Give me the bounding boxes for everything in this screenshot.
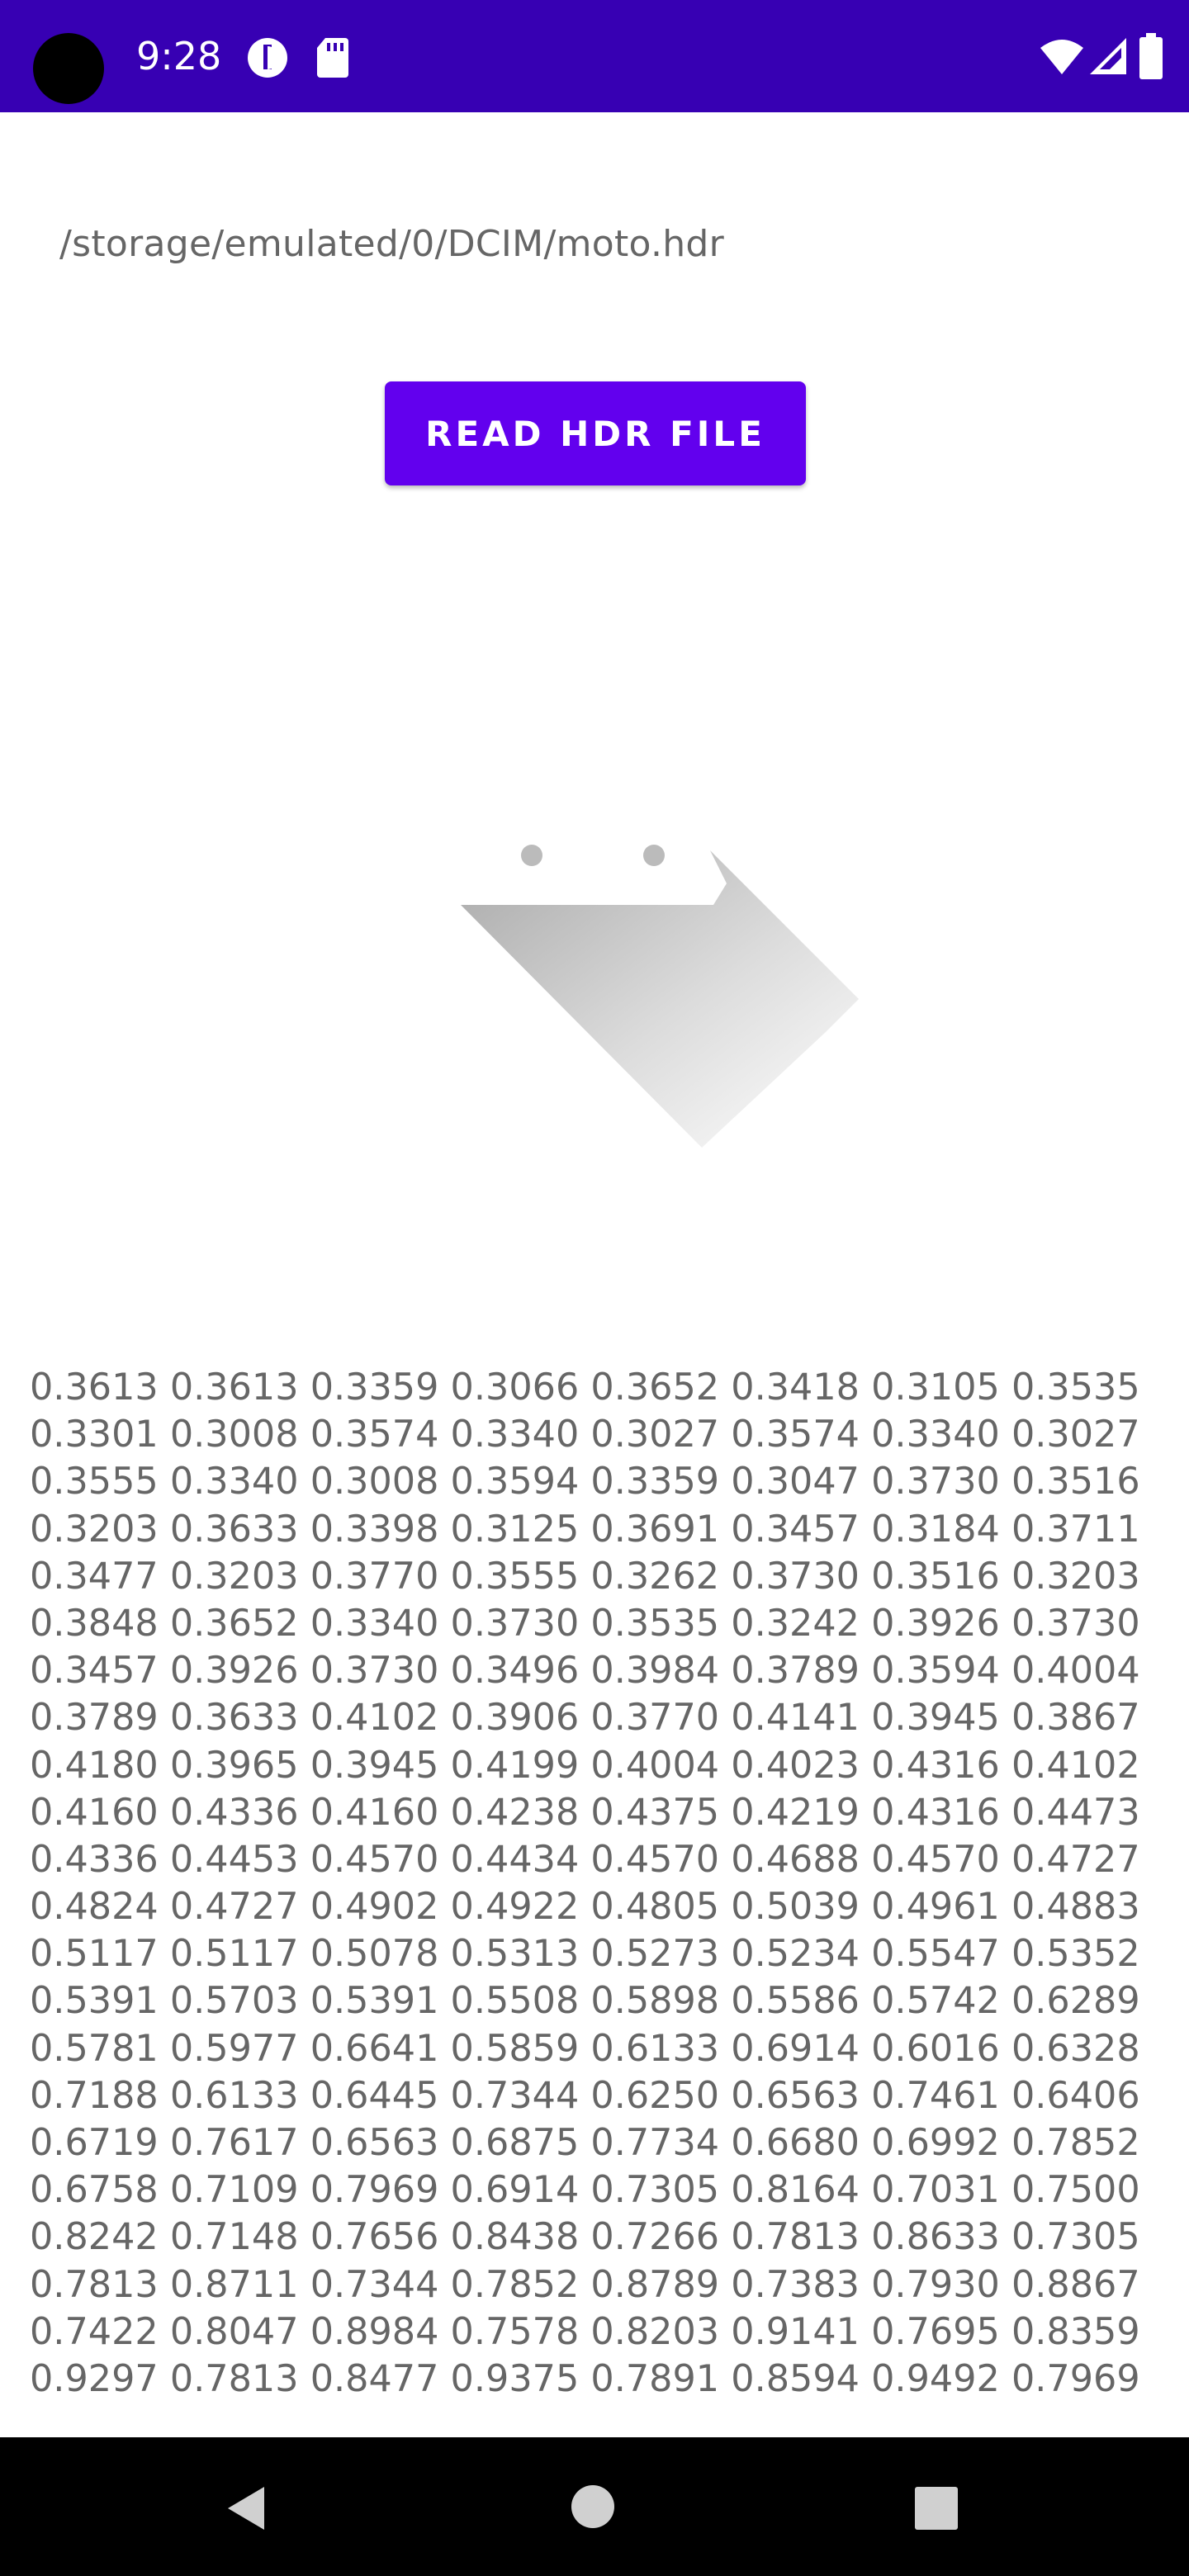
status-bar: 9:28: [0, 0, 1189, 112]
battery-icon: [1139, 33, 1163, 79]
navigation-bar: [0, 2437, 1189, 2576]
pixel-values-row: 0.3613 0.3613 0.3359 0.3066 0.3652 0.341…: [30, 1366, 1140, 1409]
pixel-values-row: 0.3477 0.3203 0.3770 0.3555 0.3262 0.373…: [30, 1555, 1140, 1598]
read-hdr-file-button-label: READ HDR FILE: [425, 413, 765, 454]
pixel-values-row: 0.8242 0.7148 0.7656 0.8438 0.7266 0.781…: [30, 2216, 1140, 2259]
pixel-values-row: 0.7188 0.6133 0.6445 0.7344 0.6250 0.656…: [30, 2074, 1140, 2117]
status-time: 9:28: [136, 34, 222, 78]
read-hdr-file-button[interactable]: READ HDR FILE: [385, 381, 806, 485]
pixel-values-row: 0.5117 0.5117 0.5078 0.5313 0.5273 0.523…: [30, 1933, 1140, 1976]
pixel-values-row: 0.4160 0.4336 0.4160 0.4238 0.4375 0.421…: [30, 1791, 1140, 1834]
recents-icon[interactable]: [915, 2487, 958, 2530]
pixel-values-row: 0.3203 0.3633 0.3398 0.3125 0.3691 0.345…: [30, 1508, 1140, 1551]
pixel-values-block: 0.3613 0.3613 0.3359 0.3066 0.3652 0.341…: [30, 1364, 1169, 2403]
data-saver-icon: [248, 38, 287, 78]
pixel-values-row: 0.4336 0.4453 0.4570 0.4434 0.4570 0.468…: [30, 1838, 1140, 1881]
pixel-values-row: 0.3457 0.3926 0.3730 0.3496 0.3984 0.378…: [30, 1650, 1140, 1693]
cellular-signal-icon: [1090, 38, 1126, 74]
hdr-image-preview: [461, 845, 859, 1148]
pixel-values-row: 0.7422 0.8047 0.8984 0.7578 0.8203 0.914…: [30, 2310, 1140, 2353]
pixel-values-row: 0.3555 0.3340 0.3008 0.3594 0.3359 0.304…: [30, 1461, 1140, 1503]
file-path-label: /storage/emulated/0/DCIM/moto.hdr: [59, 223, 725, 265]
sd-card-icon: [317, 38, 348, 78]
pixel-values-row: 0.4180 0.3965 0.3945 0.4199 0.4004 0.402…: [30, 1744, 1140, 1787]
home-icon[interactable]: [570, 2484, 616, 2530]
pixel-values-row: 0.6758 0.7109 0.7969 0.6914 0.7305 0.816…: [30, 2169, 1140, 2212]
pixel-values-row: 0.3848 0.3652 0.3340 0.3730 0.3535 0.324…: [30, 1602, 1140, 1645]
wifi-icon: [1040, 40, 1083, 74]
pixel-values-row: 0.7813 0.8711 0.7344 0.7852 0.8789 0.738…: [30, 2263, 1140, 2306]
camera-cutout: [33, 33, 104, 104]
pixel-values-row: 0.3789 0.3633 0.4102 0.3906 0.3770 0.414…: [30, 1697, 1140, 1740]
pixel-values-row: 0.5781 0.5977 0.6641 0.5859 0.6133 0.691…: [30, 2027, 1140, 2070]
pixel-values-row: 0.5391 0.5703 0.5391 0.5508 0.5898 0.558…: [30, 1980, 1140, 2023]
back-icon[interactable]: [221, 2482, 274, 2535]
pixel-values-row: 0.9297 0.7813 0.8477 0.9375 0.7891 0.859…: [30, 2357, 1140, 2400]
pixel-values-row: 0.4824 0.4727 0.4902 0.4922 0.4805 0.503…: [30, 1886, 1140, 1929]
pixel-values-row: 0.6719 0.7617 0.6563 0.6875 0.7734 0.668…: [30, 2122, 1140, 2164]
pixel-values-row: 0.3301 0.3008 0.3574 0.3340 0.3027 0.357…: [30, 1413, 1140, 1456]
